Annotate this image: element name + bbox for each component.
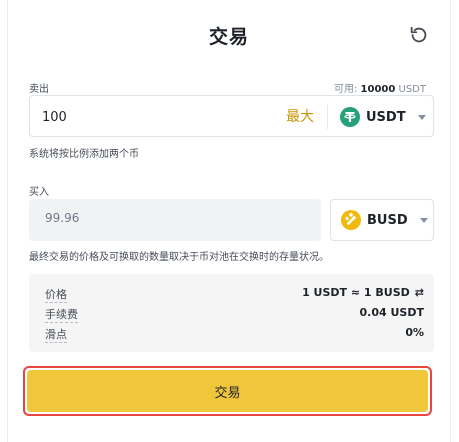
divider <box>327 105 328 129</box>
final-price-note: 最终交易的价格及可换取的数量取决于币对池在交换时的存量状况。 <box>29 252 329 263</box>
buy-label: 买入 <box>29 187 49 198</box>
fee-row: 手续费 0.04 USDT <box>45 306 424 323</box>
trade-details: 价格 1 USDT ≈ 1 BUSD ⇄ 手续费 0.04 USDT 滑点 0% <box>29 274 434 352</box>
buy-coin-name: BUSD <box>367 212 408 228</box>
available-amount: 10000 <box>360 84 396 95</box>
slippage-label: 滑点 <box>45 328 67 343</box>
refresh-icon[interactable] <box>408 24 430 46</box>
sell-coin-name: USDT <box>366 109 406 125</box>
buy-amount-value: 99.96 <box>45 211 80 225</box>
page-title: 交易 <box>208 26 249 48</box>
available-balance: 可用: 10000 USDT <box>334 80 426 95</box>
slippage-value: 0% <box>405 326 424 339</box>
slippage-row: 滑点 0% <box>45 326 424 343</box>
chevron-down-icon <box>419 217 428 223</box>
busd-coin-icon <box>341 210 361 230</box>
chevron-down-icon <box>417 114 426 120</box>
price-label: 价格 <box>45 288 67 303</box>
sell-coin-selector[interactable]: USDT <box>340 105 426 129</box>
fee-label: 手续费 <box>45 308 78 323</box>
sell-label: 卖出 <box>29 84 49 95</box>
available-label: 可用: <box>333 84 358 95</box>
max-button[interactable]: 最大 <box>286 106 314 126</box>
price-value-group: 1 USDT ≈ 1 BUSD ⇄ <box>302 286 424 299</box>
price-value: 1 USDT ≈ 1 BUSD <box>302 286 410 299</box>
available-unit: USDT <box>398 84 426 95</box>
sell-input-group: 最大 USDT <box>29 95 434 137</box>
price-row: 价格 1 USDT ≈ 1 BUSD ⇄ <box>45 286 424 303</box>
buy-coin-selector[interactable]: BUSD <box>330 199 434 241</box>
add-both-coins-note: 系统将按比例添加两个币 <box>29 149 139 160</box>
swap-arrows-icon[interactable]: ⇄ <box>415 286 424 299</box>
trade-button[interactable]: 交易 <box>27 370 428 412</box>
fee-value: 0.04 USDT <box>359 306 424 319</box>
sell-amount-input[interactable] <box>42 107 242 127</box>
usdt-coin-icon <box>340 107 360 127</box>
buy-amount-field: 99.96 <box>29 199 321 241</box>
